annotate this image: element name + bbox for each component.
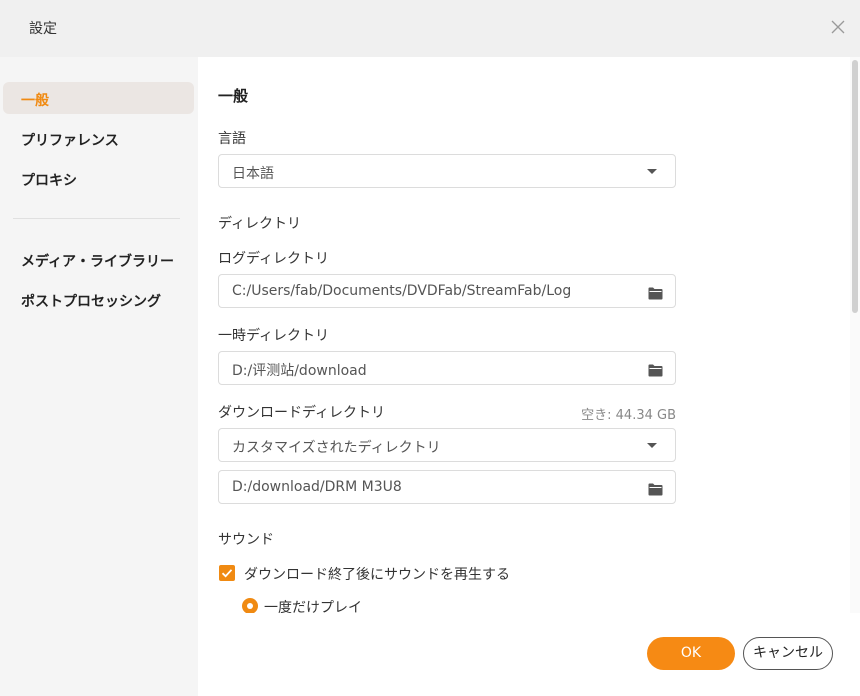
- settings-content: 一般 言語 日本語 ディレクトリ ログディレクトリ C:/Users/fab/D…: [198, 57, 850, 613]
- sidebar-item-label: メディア・ライブラリー: [21, 254, 175, 270]
- log-directory-label: ログディレクトリ: [218, 251, 330, 267]
- radio-dot-icon: [247, 603, 253, 609]
- log-directory-value: C:/Users/fab/Documents/DVDFab/StreamFab/…: [232, 283, 572, 299]
- sidebar: 一般 プリファレンス プロキシ メディア・ライブラリー ポストプロセッシング: [0, 57, 198, 696]
- sidebar-item-label: 一般: [21, 93, 49, 109]
- directory-heading: ディレクトリ: [218, 216, 302, 232]
- sidebar-item-general[interactable]: 一般: [3, 82, 194, 114]
- download-directory-mode-select[interactable]: カスタマイズされたディレクトリ: [218, 428, 676, 462]
- chevron-down-icon: [647, 443, 657, 448]
- temp-directory-value: D:/评测站/download: [232, 363, 367, 379]
- sidebar-item-preferences[interactable]: プリファレンス: [3, 122, 194, 154]
- dialog-footer: OK キャンセル: [198, 613, 860, 696]
- sound-on-finish-checkbox[interactable]: [219, 565, 235, 581]
- download-directory-value: D:/download/DRM M3U8: [232, 479, 402, 495]
- play-once-radio[interactable]: [242, 598, 258, 613]
- folder-icon[interactable]: [648, 481, 663, 500]
- download-directory-label: ダウンロードディレクトリ: [218, 405, 386, 421]
- language-label: 言語: [218, 131, 246, 147]
- title-bar: 設定: [0, 0, 860, 57]
- sidebar-item-label: プリファレンス: [21, 133, 119, 149]
- sidebar-item-media-library[interactable]: メディア・ライブラリー: [3, 243, 194, 275]
- sidebar-item-post-processing[interactable]: ポストプロセッシング: [3, 283, 194, 315]
- folder-icon[interactable]: [648, 362, 663, 381]
- cancel-button[interactable]: キャンセル: [743, 637, 833, 670]
- close-icon[interactable]: [828, 17, 848, 37]
- check-icon: [221, 569, 233, 578]
- sidebar-item-label: ポストプロセッシング: [21, 294, 161, 310]
- chevron-down-icon: [647, 169, 657, 174]
- language-select[interactable]: 日本語: [218, 154, 676, 188]
- temp-directory-label: 一時ディレクトリ: [218, 328, 330, 344]
- ok-button[interactable]: OK: [647, 637, 735, 670]
- sidebar-item-label: プロキシ: [21, 173, 77, 189]
- window-title: 設定: [29, 21, 57, 37]
- section-title: 一般: [218, 87, 249, 105]
- folder-icon[interactable]: [648, 285, 663, 304]
- play-once-label: 一度だけプレイ: [264, 600, 362, 613]
- free-space-text: 空き: 44.34 GB: [581, 408, 676, 423]
- sound-heading: サウンド: [218, 532, 274, 548]
- temp-directory-field[interactable]: D:/评测站/download: [218, 351, 676, 385]
- download-directory-field[interactable]: D:/download/DRM M3U8: [218, 470, 676, 504]
- sidebar-item-proxy[interactable]: プロキシ: [3, 162, 194, 194]
- log-directory-field[interactable]: C:/Users/fab/Documents/DVDFab/StreamFab/…: [218, 274, 676, 308]
- sidebar-divider: [13, 218, 180, 219]
- scrollbar-thumb[interactable]: [852, 60, 858, 313]
- download-directory-mode-value: カスタマイズされたディレクトリ: [232, 440, 441, 456]
- sound-on-finish-label: ダウンロード終了後にサウンドを再生する: [244, 567, 510, 583]
- language-value: 日本語: [232, 166, 274, 182]
